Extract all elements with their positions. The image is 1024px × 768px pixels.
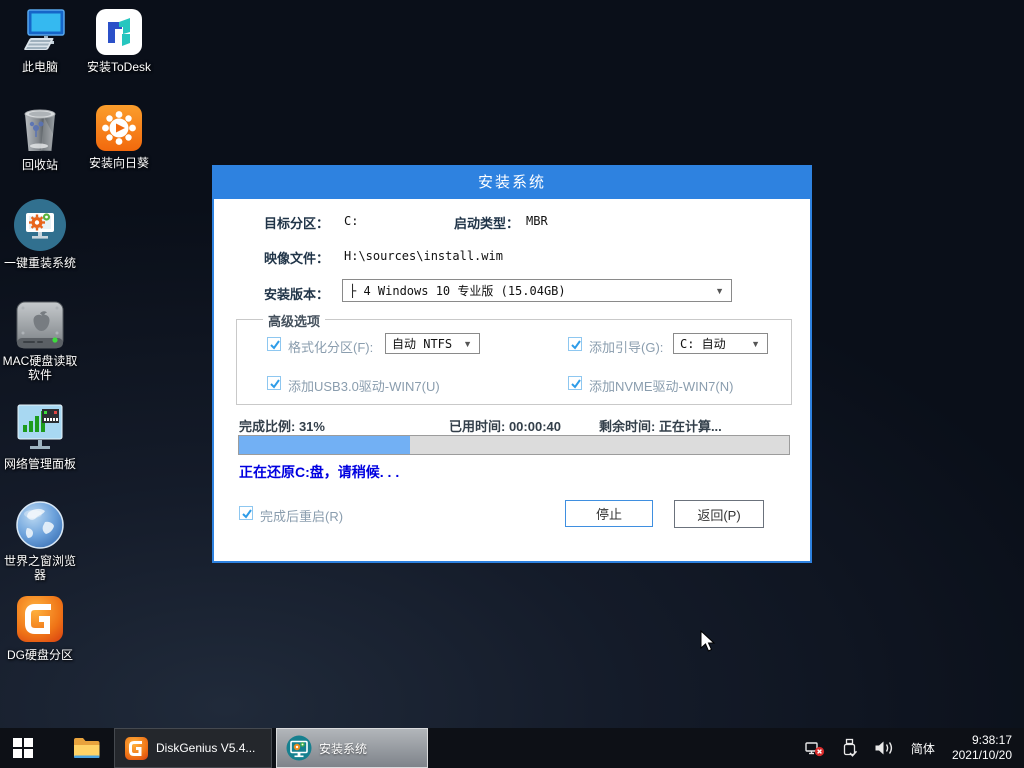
clock-date: 2021/10/20 — [952, 748, 1012, 763]
restore-status-text: 正在还原C:盘，请稍候. . . — [239, 462, 399, 482]
format-partition-checkbox[interactable] — [267, 337, 281, 351]
windows-logo-icon — [13, 738, 33, 758]
network-disconnected-icon[interactable] — [805, 739, 825, 757]
recycle-bin-icon — [17, 104, 63, 154]
chevron-down-icon: ▼ — [456, 339, 479, 349]
install-system-dialog: 安装系统 目标分区： C: 启动类型： MBR 映像文件： H:\sources… — [212, 165, 812, 563]
taskbar-button-diskgenius[interactable]: DiskGenius V5.4... — [114, 728, 272, 768]
sunflower-icon — [95, 104, 143, 152]
desktop-icon-label: MAC硬盘读取软件 — [2, 354, 78, 382]
desktop-icon-recycle-bin[interactable]: 回收站 — [2, 104, 78, 172]
network-panel-icon — [14, 403, 66, 453]
taskbar-clock[interactable]: 9:38:17 2021/10/20 — [952, 733, 1012, 763]
globe-icon — [15, 500, 65, 550]
desktop-icon-label: 回收站 — [22, 158, 58, 172]
this-pc-icon — [14, 8, 66, 56]
volume-icon[interactable] — [874, 740, 894, 756]
image-file-label: 映像文件： — [264, 248, 329, 267]
back-button[interactable]: 返回(P) — [674, 500, 764, 528]
install-version-label: 安装版本： — [264, 284, 329, 303]
usb3-driver-label: 添加USB3.0驱动-WIN7(U) — [288, 376, 440, 395]
taskbar-button-install-system[interactable]: 安装系统 — [276, 728, 428, 768]
advanced-options-group: 高级选项 格式化分区(F): 自动 NTFS ▼ 添加引导(G): C: 自动 … — [236, 319, 792, 405]
advanced-options-title: 高级选项 — [263, 311, 325, 330]
usb3-driver-checkbox[interactable] — [267, 376, 281, 390]
dialog-title-bar[interactable]: 安装系统 — [214, 167, 810, 199]
target-partition-label: 目标分区： — [264, 213, 329, 232]
install-system-icon — [286, 735, 312, 761]
usb-remove-icon[interactable] — [842, 738, 857, 758]
nvme-driver-label: 添加NVME驱动-WIN7(N) — [589, 376, 733, 395]
stop-button[interactable]: 停止 — [565, 500, 653, 527]
desktop-icon-one-key-reinstall[interactable]: 一键重装系统 — [2, 198, 78, 270]
clock-time: 9:38:17 — [952, 733, 1012, 748]
checkmark-icon — [269, 339, 281, 351]
format-partition-label: 格式化分区(F): — [288, 337, 373, 356]
desktop-icon-this-pc[interactable]: 此电脑 — [2, 8, 78, 74]
taskbar-button-label: DiskGenius V5.4... — [156, 741, 255, 755]
desktop-icon-dg-partition[interactable]: DG硬盘分区 — [2, 594, 78, 662]
format-dropdown[interactable]: 自动 NTFS ▼ — [385, 333, 480, 354]
desktop-icon-mac-disk-reader[interactable]: MAC硬盘读取软件 — [2, 300, 78, 382]
image-file-value: H:\sources\install.wim — [344, 249, 503, 263]
desktop: 此电脑 安装ToDesk — [0, 0, 1024, 768]
add-boot-checkbox[interactable] — [568, 337, 582, 351]
diskgenius-icon — [15, 594, 65, 644]
mouse-cursor — [700, 630, 716, 659]
target-partition-value: C: — [344, 214, 358, 228]
file-explorer-button[interactable] — [64, 728, 110, 768]
install-version-value: ├ 4 Windows 10 专业版 (15.04GB) — [343, 282, 708, 299]
taskbar-button-label: 安装系统 — [319, 740, 367, 757]
system-tray: 简体 9:38:17 2021/10/20 — [805, 728, 1024, 768]
mac-disk-icon — [15, 300, 65, 350]
checkmark-icon — [570, 339, 582, 351]
desktop-icon-label: 一键重装系统 — [4, 256, 76, 270]
checkmark-icon — [269, 378, 281, 390]
progress-percent-text: 完成比例: 31% — [239, 416, 325, 435]
boot-type-label: 启动类型： — [454, 213, 519, 232]
boot-type-value: MBR — [526, 214, 548, 228]
start-button[interactable] — [0, 728, 46, 768]
add-boot-dropdown[interactable]: C: 自动 ▼ — [673, 333, 768, 354]
checkmark-icon — [241, 508, 253, 520]
desktop-icon-network-panel[interactable]: 网络管理面板 — [2, 403, 78, 471]
desktop-icon-label: 世界之窗浏览器 — [2, 554, 78, 582]
nvme-driver-checkbox[interactable] — [568, 376, 582, 390]
progress-bar — [238, 435, 790, 455]
chevron-down-icon: ▼ — [708, 286, 731, 296]
chevron-down-icon: ▼ — [744, 339, 767, 349]
reinstall-system-icon — [13, 198, 67, 252]
progress-fill — [239, 436, 410, 454]
desktop-icon-label: DG硬盘分区 — [7, 648, 73, 662]
add-boot-dropdown-value: C: 自动 — [674, 335, 744, 352]
desktop-icon-world-window-browser[interactable]: 世界之窗浏览器 — [2, 500, 78, 582]
add-boot-label: 添加引导(G): — [589, 337, 663, 356]
taskbar: DiskGenius V5.4... 安装系统 — [0, 728, 1024, 768]
input-method-indicator[interactable]: 简体 — [911, 740, 935, 757]
desktop-icon-label: 安装向日葵 — [89, 156, 149, 170]
install-version-dropdown[interactable]: ├ 4 Windows 10 专业版 (15.04GB) ▼ — [342, 279, 732, 302]
folder-icon — [73, 736, 101, 760]
desktop-icon-label: 此电脑 — [22, 60, 58, 74]
diskgenius-icon — [124, 736, 149, 761]
todesk-icon — [95, 8, 143, 56]
desktop-icon-install-sunflower[interactable]: 安装向日葵 — [78, 104, 160, 170]
format-dropdown-value: 自动 NTFS — [386, 335, 456, 352]
remaining-time-text: 剩余时间: 正在计算... — [599, 416, 722, 435]
elapsed-time-text: 已用时间: 00:00:40 — [449, 416, 561, 435]
desktop-icon-label: 网络管理面板 — [4, 457, 76, 471]
desktop-icon-install-todesk[interactable]: 安装ToDesk — [78, 8, 160, 74]
desktop-icon-label: 安装ToDesk — [87, 60, 151, 74]
reboot-after-checkbox[interactable] — [239, 506, 253, 520]
reboot-after-label: 完成后重启(R) — [260, 506, 343, 525]
checkmark-icon — [570, 378, 582, 390]
